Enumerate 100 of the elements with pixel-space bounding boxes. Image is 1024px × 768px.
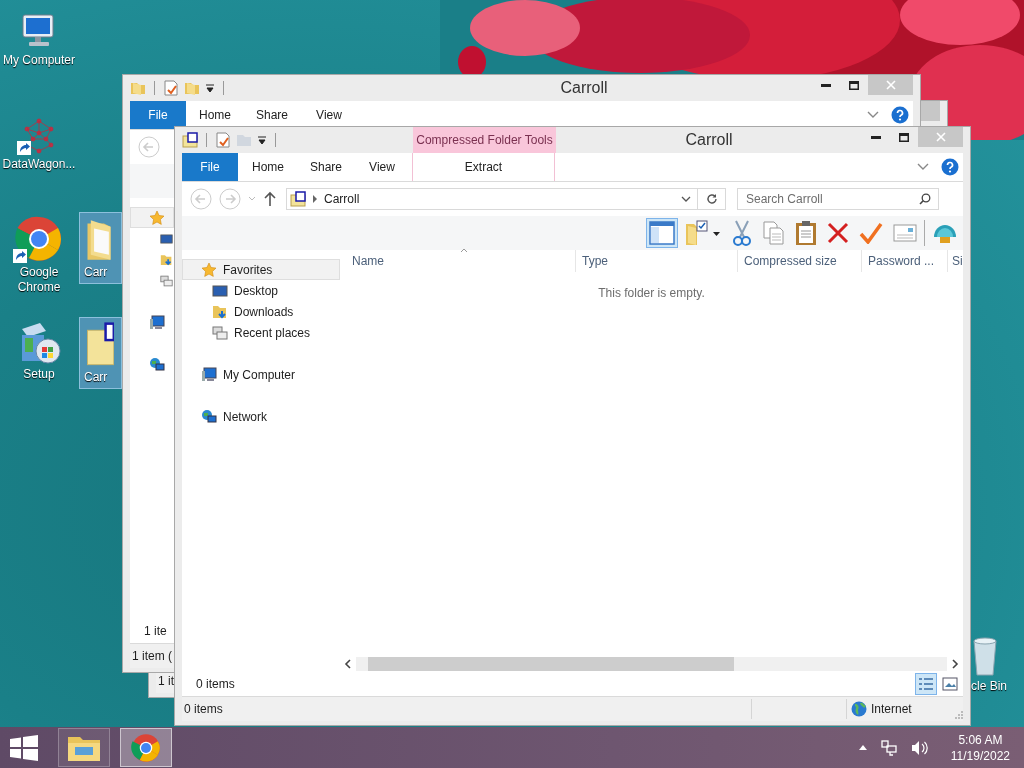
windows-logo-icon (10, 734, 38, 761)
desktop-shortcut[interactable]: cle Bin (970, 630, 1024, 695)
folder-checklist-icon (685, 220, 721, 246)
clock-date[interactable]: 11/19/2022 (950, 747, 1010, 764)
zipped-folder-icon (84, 322, 114, 368)
folder-icon (236, 132, 252, 148)
show-hidden-icons-icon[interactable] (858, 745, 867, 750)
chevron-down-icon (917, 163, 929, 171)
icon-label: Carr (84, 370, 108, 385)
column-header[interactable]: Si (948, 250, 963, 272)
icon-label: Setup (23, 367, 55, 382)
column-label: Compressed size (744, 254, 837, 268)
desktop-shortcut[interactable]: DataWagon... (0, 110, 78, 173)
volume-icon[interactable] (910, 739, 929, 756)
scroll-right-icon[interactable] (951, 659, 959, 669)
chrome-icon (131, 732, 161, 763)
checkmark-icon (859, 222, 883, 244)
clock-time[interactable]: 5:06 AM (958, 731, 1003, 748)
nav-item[interactable]: Recent places (182, 322, 340, 343)
ribbon-tab[interactable]: File (182, 153, 238, 181)
dropdown-icon (257, 135, 267, 145)
icon-label: Google Chrome (16, 265, 62, 295)
scroll-left-icon[interactable] (344, 659, 352, 669)
status-text: 0 items (184, 702, 223, 716)
nav-label: Recent places (234, 325, 311, 340)
search-field[interactable]: Search Carroll (737, 188, 939, 210)
dropdown-icon (205, 83, 215, 93)
desktop-shortcut[interactable]: Setup (0, 314, 78, 383)
clipboard-icon (795, 220, 817, 246)
help-icon (891, 106, 909, 124)
column-header[interactable]: Password ... (862, 250, 948, 272)
star-icon (149, 209, 165, 226)
chevron-down-icon (867, 111, 879, 119)
taskbar-app[interactable] (58, 728, 110, 767)
window-title: Carroll (559, 79, 609, 97)
nav-item[interactable]: My Computer (182, 364, 340, 385)
up-arrow-icon[interactable] (263, 191, 277, 207)
maximize-icon (849, 80, 859, 90)
column-label: Password ... (868, 254, 935, 268)
network-icon (201, 408, 217, 425)
nav-label: Downloads (234, 304, 294, 319)
scrollbar-thumb[interactable] (367, 657, 735, 671)
address-bar[interactable]: Carroll (286, 188, 698, 210)
group-label: Compressed Folder Tools (416, 133, 553, 147)
nav-label: Desktop (234, 283, 279, 298)
desktop-icon (212, 282, 228, 299)
view-button[interactable] (915, 673, 937, 695)
details-view-icon (918, 677, 934, 691)
folder-icon (184, 80, 200, 96)
column-header[interactable]: Compressed size (738, 250, 862, 272)
empty-folder-message: This folder is empty. (598, 286, 705, 300)
ribbon-tab[interactable]: Home (186, 101, 244, 129)
nav-label: Favorites (223, 262, 273, 277)
nav-item[interactable]: Desktop (182, 280, 340, 301)
ribbon-tab[interactable]: View (354, 153, 410, 181)
computer-icon (201, 366, 217, 383)
nav-item[interactable]: Favorites (182, 259, 340, 280)
folder-icon (130, 80, 146, 96)
nav-label: My Computer (223, 367, 296, 382)
globe-icon (851, 701, 867, 717)
zipped-folder-icon (182, 132, 198, 148)
large-icons-view-icon (942, 677, 958, 691)
resize-grip-icon[interactable] (953, 709, 963, 719)
desktop-shortcut[interactable]: My Computer (0, 6, 78, 69)
delete-x-icon (827, 222, 849, 244)
toolbar-button[interactable] (646, 218, 678, 248)
network-icon[interactable] (880, 739, 897, 756)
nav-item[interactable]: Downloads (182, 301, 340, 322)
close-icon (885, 80, 896, 90)
nav-item[interactable]: Network (182, 406, 340, 427)
recycle-bin-icon (971, 635, 999, 677)
preview-pane-icon (649, 221, 675, 245)
taskbar-app[interactable] (120, 728, 172, 767)
close-icon (935, 132, 946, 142)
desktop-shortcut[interactable]: Google Chrome (0, 210, 78, 296)
ribbon-tab[interactable]: Share (298, 153, 354, 181)
computer-icon (149, 314, 165, 331)
column-header[interactable]: Name (340, 250, 576, 272)
ribbon-tab[interactable]: Extract (412, 153, 555, 181)
ribbon-tab[interactable]: View (300, 101, 358, 129)
icon-label: Carr (84, 265, 108, 280)
search-icon (919, 193, 931, 205)
icon-label: DataWagon... (2, 157, 76, 172)
column-label: Type (582, 254, 608, 268)
security-zone: Internet (871, 702, 913, 716)
item-count: 1 ite (144, 624, 167, 638)
refresh-button[interactable] (698, 188, 726, 210)
chevron-down-icon (681, 195, 691, 203)
star-icon (201, 261, 217, 278)
ribbon-tab[interactable]: Home (238, 153, 298, 181)
properties-icon (163, 80, 179, 96)
nav-label: Network (223, 409, 267, 424)
network-icon (149, 356, 165, 373)
icon-label: cle Bin (971, 679, 1008, 694)
help-icon (941, 158, 959, 176)
ribbon-tab[interactable]: Share (244, 101, 300, 129)
column-header[interactable]: Type (576, 250, 738, 272)
column-label: Name (352, 254, 384, 268)
maximize-icon (899, 132, 909, 142)
recent-places-icon (212, 324, 228, 341)
